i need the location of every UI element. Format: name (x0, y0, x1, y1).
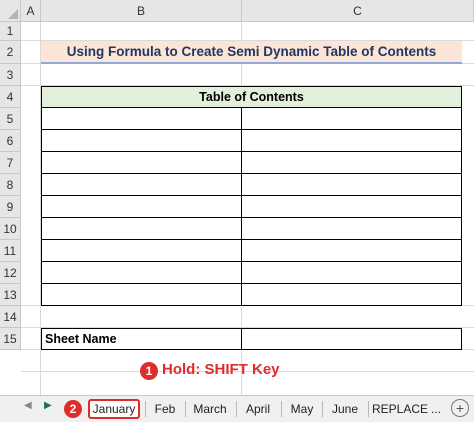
row-header-13[interactable]: 13 (0, 284, 21, 306)
tab-may[interactable]: May (286, 399, 318, 419)
toc-cell-b6[interactable] (41, 129, 242, 152)
column-header-a[interactable]: A (21, 0, 41, 22)
title-cell[interactable]: Using Formula to Create Semi Dynamic Tab… (41, 41, 462, 64)
row-header-9[interactable]: 9 (0, 196, 21, 218)
tab-march[interactable]: March (189, 399, 231, 419)
row-header-1[interactable]: 1 (0, 22, 21, 41)
toc-cell-c7[interactable] (241, 151, 462, 174)
select-all-corner[interactable] (0, 0, 21, 22)
hold-shift-annotation: Hold: SHIFT Key (162, 361, 280, 378)
toc-cell-b11[interactable] (41, 239, 242, 262)
toc-cell-b9[interactable] (41, 195, 242, 218)
row-header-15[interactable]: 15 (0, 328, 21, 350)
row-header-7[interactable]: 7 (0, 152, 21, 174)
tab-separator (368, 401, 369, 417)
tab-april[interactable]: April (240, 399, 276, 419)
row-header-10[interactable]: 10 (0, 218, 21, 240)
prev-sheet-icon[interactable]: ◀ (24, 400, 32, 411)
tab-feb[interactable]: Feb (150, 399, 180, 419)
next-sheet-icon[interactable]: ▶ (44, 400, 52, 411)
toc-cell-b8[interactable] (41, 173, 242, 196)
toc-cell-c13[interactable] (241, 283, 462, 306)
toc-header-cell[interactable]: Table of Contents (41, 86, 462, 108)
toc-cell-b5[interactable] (41, 107, 242, 130)
row-header-8[interactable]: 8 (0, 174, 21, 196)
sheet-name-label-cell[interactable]: Sheet Name (41, 328, 242, 350)
step-2-badge: 2 (64, 400, 82, 418)
add-sheet-icon[interactable]: + (451, 399, 469, 417)
more-tabs-ellipsis[interactable]: ... (428, 399, 444, 419)
toc-cell-c6[interactable] (241, 129, 462, 152)
tab-replace[interactable]: REPLACE (372, 399, 428, 419)
toc-cell-c10[interactable] (241, 217, 462, 240)
toc-cell-c9[interactable] (241, 195, 462, 218)
toc-cell-b7[interactable] (41, 151, 242, 174)
tab-separator (236, 401, 237, 417)
row-header-6[interactable]: 6 (0, 130, 21, 152)
step-1-badge: 1 (140, 362, 158, 380)
toc-cell-b12[interactable] (41, 261, 242, 284)
toc-cell-b10[interactable] (41, 217, 242, 240)
toc-cell-c5[interactable] (241, 107, 462, 130)
row-header-5[interactable]: 5 (0, 108, 21, 130)
row-header-2[interactable]: 2 (0, 41, 21, 64)
row-header-3[interactable]: 3 (0, 64, 21, 86)
column-header-b[interactable]: B (41, 0, 242, 22)
tab-separator (281, 401, 282, 417)
row-header-4[interactable]: 4 (0, 86, 21, 108)
sheet-tab-bar: ◀ ▶ 2 January Feb March April May June R… (0, 395, 474, 422)
tab-separator (145, 401, 146, 417)
spreadsheet-grid[interactable]: A B C 1 2 3 4 5 6 7 8 9 10 11 12 13 14 1… (0, 0, 474, 395)
tab-june[interactable]: June (327, 399, 363, 419)
tab-separator (322, 401, 323, 417)
column-header-c[interactable]: C (242, 0, 474, 22)
sheet-name-value-cell[interactable] (241, 328, 462, 350)
toc-cell-c11[interactable] (241, 239, 462, 262)
tab-separator (185, 401, 186, 417)
row-header-12[interactable]: 12 (0, 262, 21, 284)
tab-january[interactable]: January (88, 399, 140, 419)
toc-cell-c12[interactable] (241, 261, 462, 284)
toc-cell-b13[interactable] (41, 283, 242, 306)
row-header-11[interactable]: 11 (0, 240, 21, 262)
toc-cell-c8[interactable] (241, 173, 462, 196)
row-header-14[interactable]: 14 (0, 306, 21, 328)
